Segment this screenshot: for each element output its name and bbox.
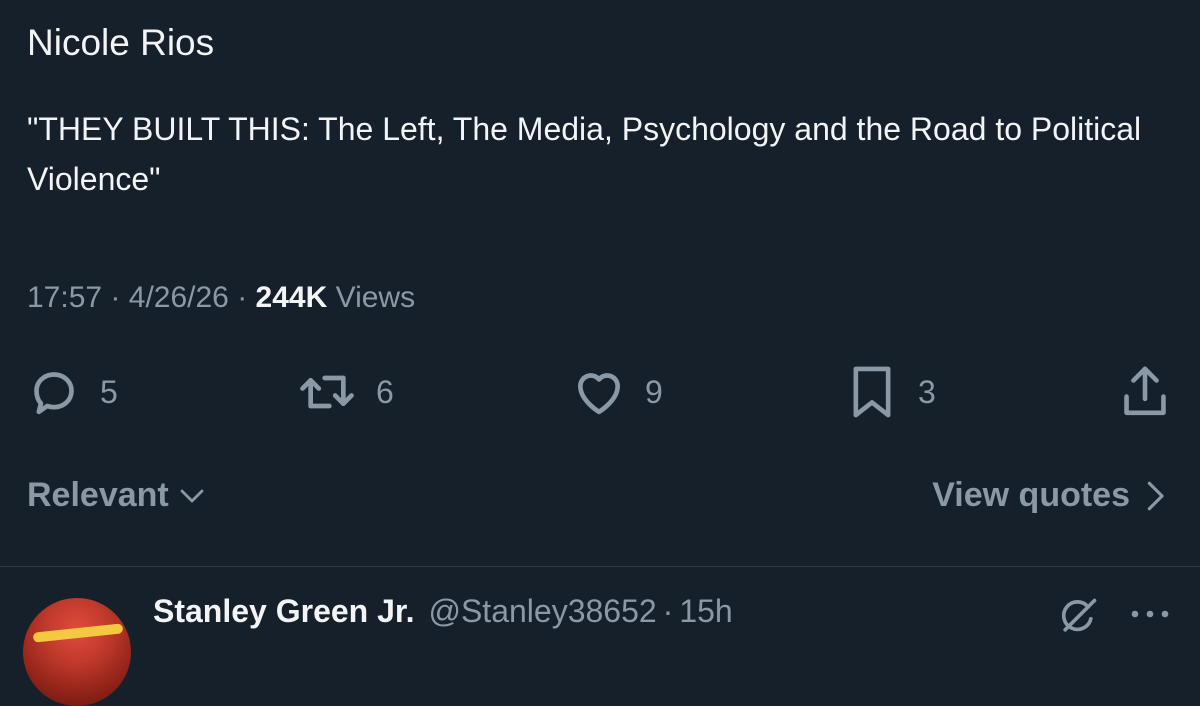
reply-button[interactable]: 5 xyxy=(26,362,118,422)
bookmark-count: 3 xyxy=(918,373,936,410)
reply-count: 5 xyxy=(100,373,118,410)
avatar[interactable] xyxy=(23,598,131,706)
tweet-actions: 5 6 9 3 xyxy=(0,362,1200,422)
bookmark-icon xyxy=(853,366,891,418)
grok-icon[interactable] xyxy=(1056,595,1100,639)
repost-button[interactable]: 6 xyxy=(296,362,394,422)
share-icon xyxy=(1124,366,1166,416)
chevron-right-icon xyxy=(1147,481,1164,510)
sort-label: Relevant xyxy=(27,476,169,514)
reply-header: Stanley Green Jr. @Stanley38652 · 15h xyxy=(153,593,733,630)
heart-icon xyxy=(577,373,621,415)
reply-author-name[interactable]: Stanley Green Jr. xyxy=(153,593,414,630)
reply-time[interactable]: 15h xyxy=(679,593,732,630)
views-label[interactable]: Views xyxy=(336,281,415,314)
chevron-down-icon xyxy=(180,489,204,502)
meta-separator: · xyxy=(110,281,121,314)
replies-toolbar: Relevant View quotes xyxy=(0,476,1200,526)
share-button[interactable] xyxy=(1117,362,1173,422)
repost-count: 6 xyxy=(376,373,394,410)
sort-dropdown[interactable]: Relevant xyxy=(27,476,207,515)
repost-icon xyxy=(300,375,354,409)
reply-author-handle[interactable]: @Stanley38652 xyxy=(428,593,656,630)
tweet-time[interactable]: 17:57 xyxy=(27,281,102,314)
view-quotes-link[interactable]: View quotes xyxy=(932,476,1166,515)
bookmark-button[interactable]: 3 xyxy=(844,362,936,422)
like-button[interactable]: 9 xyxy=(571,362,663,422)
tweet-author-name[interactable]: Nicole Rios xyxy=(27,22,214,64)
views-count[interactable]: 244K xyxy=(256,281,328,314)
more-icon[interactable] xyxy=(1128,607,1172,621)
tweet-date[interactable]: 4/26/26 xyxy=(129,281,229,314)
view-quotes-label: View quotes xyxy=(932,476,1130,514)
tweet-meta: 17:57 · 4/26/26 · 244K Views xyxy=(27,281,415,315)
avatar-detail xyxy=(32,623,124,643)
reply-item[interactable]: Stanley Green Jr. @Stanley38652 · 15h xyxy=(0,567,1200,706)
meta-separator: · xyxy=(237,281,248,314)
comment-bubble-icon xyxy=(34,372,74,415)
like-count: 9 xyxy=(645,373,663,410)
tweet-text: "THEY BUILT THIS: The Left, The Media, P… xyxy=(27,111,1142,197)
reply-separator: · xyxy=(662,593,674,629)
